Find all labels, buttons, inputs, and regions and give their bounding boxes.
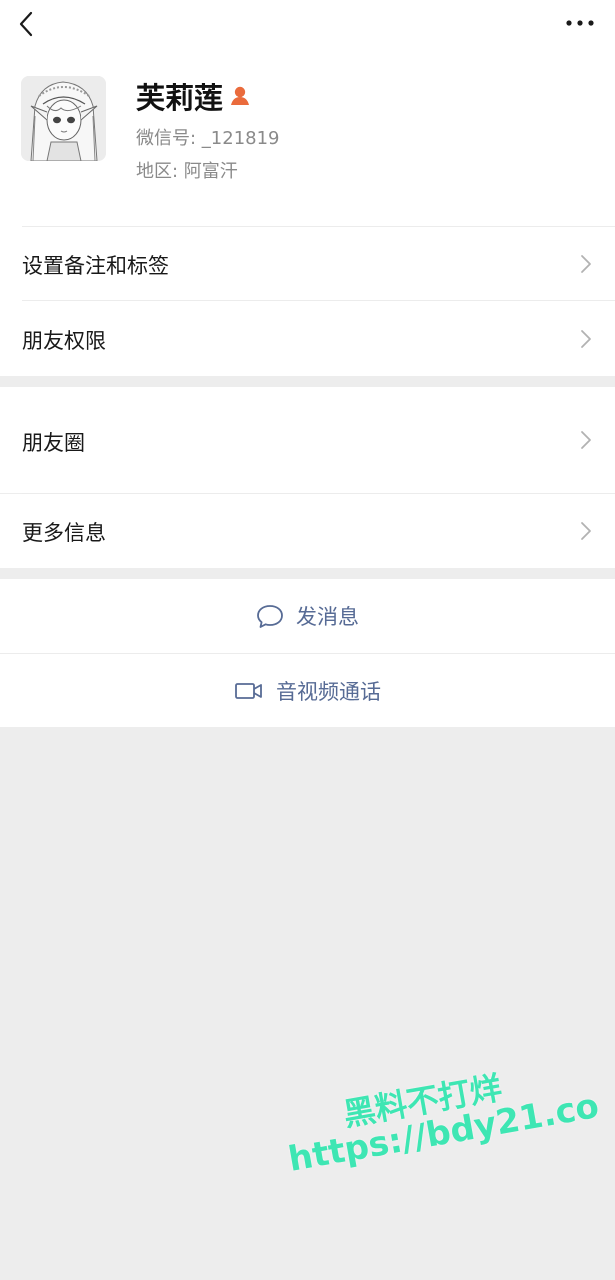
more-info-label: 更多信息 [22,521,106,545]
avatar-illustration [21,76,106,161]
wechat-id: 微信号: _121819 [136,128,280,149]
av-call-button[interactable]: 音视频通话 [0,654,615,727]
chevron-right-icon [581,330,591,348]
back-button[interactable] [12,8,44,40]
profile-header: 芙莉莲 微信号: _121819 地区: 阿富汗 设置备注和标签 朋友权限 [0,0,615,376]
more-dots-icon [566,20,594,26]
chevron-left-icon [19,11,33,37]
chevron-right-icon [581,431,591,449]
send-message-label: 发消息 [296,605,359,629]
remark-tags-row[interactable]: 设置备注和标签 [0,227,615,300]
av-call-label: 音视频通话 [276,679,381,704]
gender-badge-icon [229,84,251,106]
chevron-right-icon [581,522,591,540]
chat-bubble-icon [257,605,283,628]
friend-permissions-label: 朋友权限 [22,329,106,353]
contact-name: 芙莉莲 [136,81,224,115]
watermark: 黑料不打烊 https://bdy21.co [280,1055,601,1179]
video-camera-icon [235,682,262,699]
avatar[interactable] [21,76,106,161]
send-message-button[interactable]: 发消息 [0,579,615,653]
moments-label: 朋友圈 [22,431,85,455]
more-info-row[interactable]: 更多信息 [0,494,615,568]
friend-permissions-row[interactable]: 朋友权限 [0,301,615,376]
moments-row[interactable]: 朋友圈 [0,387,615,493]
contact-profile-screen: 芙莉莲 微信号: _121819 地区: 阿富汗 设置备注和标签 朋友权限 朋友… [0,0,615,1280]
region: 地区: 阿富汗 [136,161,238,182]
chevron-right-icon [581,255,591,273]
more-options-button[interactable] [563,10,597,36]
remark-tags-label: 设置备注和标签 [22,254,169,278]
